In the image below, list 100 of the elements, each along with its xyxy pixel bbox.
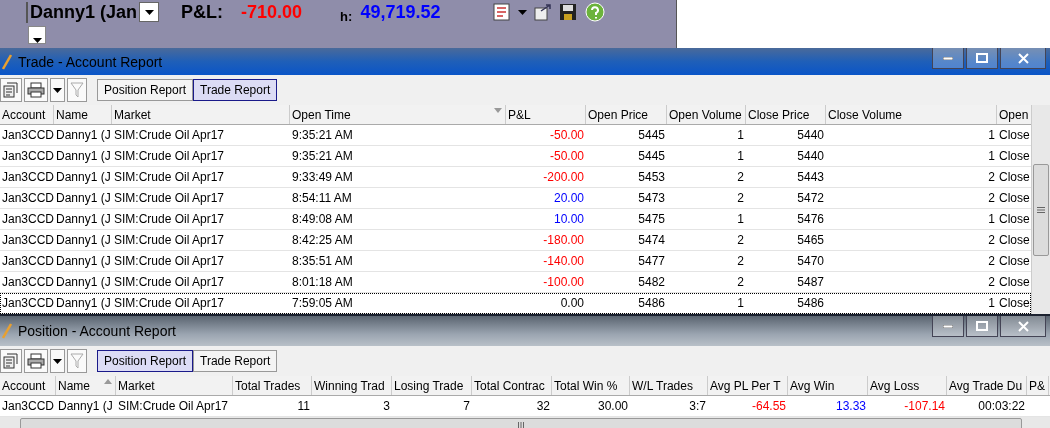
table-cell-text: Jan3CCD	[1, 191, 54, 205]
table-row[interactable]: Jan3CCD Danny1 (J SIM:Crude Oil Apr17 8:49:08 AM 10.00 5475 1 5476 1 Close	[0, 209, 1031, 230]
close-button[interactable]	[1000, 316, 1046, 337]
table-cell-text: SIM:Crude Oil Apr17	[113, 170, 226, 184]
report-tab[interactable]: Position Report	[97, 350, 194, 372]
table-cell-text: 5443	[796, 170, 825, 184]
properties-button[interactable]	[0, 78, 22, 102]
report-tab[interactable]: Position Report	[97, 79, 194, 101]
table-row[interactable]: Jan3CCD Danny1 (J SIM:Crude Oil Apr17 9:33:49 AM -200.00 5453 2 5443 2 Close	[0, 167, 1031, 188]
save-icon[interactable]	[559, 3, 578, 21]
table-cell-text: 7	[462, 399, 471, 413]
table-cell-text: Close	[998, 191, 1031, 205]
table-cell-text: 32	[535, 399, 551, 413]
table-cell-text: Close	[998, 149, 1031, 163]
table-cell-text: SIM:Crude Oil Apr17	[113, 191, 226, 205]
table-cell-text: SIM:Crude Oil Apr17	[113, 149, 226, 163]
table-cell-text: 5486	[796, 296, 825, 310]
table-cell-text: 5477	[637, 254, 666, 268]
table-cell-text: 0.00	[559, 296, 585, 310]
column-header[interactable]: Avg Trade Du	[947, 376, 1027, 395]
column-header[interactable]: Account	[0, 105, 54, 124]
column-header[interactable]: Open Price	[586, 105, 667, 124]
table-row[interactable]: Jan3CCD Danny1 (J SIM:Crude Oil Apr17 8:35:51 AM -140.00 5477 2 5470 2 Close	[0, 251, 1031, 272]
table-cell-text: Close	[998, 170, 1031, 184]
grip-icon	[1037, 206, 1045, 213]
column-header[interactable]: Close Price	[746, 105, 826, 124]
table-cell-text: Close	[998, 254, 1031, 268]
printer-icon	[27, 353, 45, 369]
vertical-scrollbar[interactable]	[1031, 105, 1050, 314]
column-header[interactable]: P&	[1027, 376, 1049, 395]
close-button[interactable]	[1000, 48, 1046, 69]
minimize-button[interactable]	[932, 316, 964, 337]
table-cell-text: 5474	[637, 233, 666, 247]
table-cell-text: SIM:Crude Oil Apr17	[113, 128, 226, 142]
table-cell-text: 2	[987, 233, 996, 247]
caret-icon	[53, 87, 62, 93]
toolbar-dropdown[interactable]	[28, 26, 46, 44]
table-cell-text: Close	[998, 296, 1031, 310]
print-button[interactable]	[24, 349, 48, 373]
column-header[interactable]: Market	[112, 105, 290, 124]
table-cell-text: 8:54:11 AM	[291, 191, 353, 205]
column-header[interactable]: Avg Loss	[868, 376, 947, 395]
report-tab[interactable]: Trade Report	[193, 350, 278, 372]
column-header[interactable]: Total Contrac	[472, 376, 552, 395]
table-cell-text: 9:35:21 AM	[291, 149, 354, 163]
column-header[interactable]: P&L	[506, 105, 586, 124]
table-cell-text: 5472	[796, 191, 825, 205]
table-cell-text: Jan3CCD	[1, 296, 54, 310]
table-row[interactable]: Jan3CCD Danny1 (J SIM:Crude Oil Apr17 9:35:21 AM -50.00 5445 1 5440 1 Close	[0, 125, 1031, 146]
column-header[interactable]: Winning Trad	[312, 376, 392, 395]
table-cell-text: 1	[987, 212, 996, 226]
column-header[interactable]: W/L Trades	[630, 376, 708, 395]
minimize-button[interactable]	[932, 48, 964, 69]
table-cell-text: 2	[987, 170, 996, 184]
column-header[interactable]: Avg PL Per T	[708, 376, 788, 395]
column-header[interactable]: Open Volume	[667, 105, 746, 124]
export-icon[interactable]	[533, 3, 554, 21]
column-header[interactable]: Name	[54, 105, 112, 124]
column-header[interactable]: Total Win %	[552, 376, 630, 395]
table-cell-text: 30.00	[596, 399, 629, 413]
help-icon[interactable]	[583, 2, 608, 22]
print-dropdown[interactable]	[50, 78, 65, 102]
table-cell-text: SIM:Crude Oil Apr17	[113, 254, 226, 268]
account-dropdown[interactable]	[139, 2, 160, 22]
column-header[interactable]: Total Trades	[233, 376, 312, 395]
table-cell-text: 1	[736, 212, 745, 226]
column-header[interactable]: Close Volume	[826, 105, 997, 124]
column-header[interactable]: Losing Trade	[392, 376, 472, 395]
table-cell-text: 5465	[796, 233, 825, 247]
table-cell-text: -140.00	[542, 254, 585, 268]
table-cell-text: Jan3CCD	[1, 149, 54, 163]
table-cell-text: 1	[736, 149, 745, 163]
table-cell-text: SIM:Crude Oil Apr17	[113, 233, 226, 247]
table-cell-text: Close	[998, 233, 1031, 247]
table-cell-text: Danny1 (J	[57, 399, 114, 413]
column-header[interactable]: Open Time	[290, 105, 506, 124]
table-row[interactable]: Jan3CCD Danny1 (J SIM:Crude Oil Apr17 8:01:18 AM -100.00 5482 2 5487 2 Close	[0, 272, 1031, 293]
caret-icon	[53, 358, 62, 364]
print-button[interactable]	[24, 78, 48, 102]
maximize-button[interactable]	[966, 48, 998, 69]
maximize-button[interactable]	[966, 316, 998, 337]
document-icon[interactable]	[492, 3, 513, 21]
table-row[interactable]: Jan3CCD Danny1 (J SIM:Crude Oil Apr17 8:42:25 AM -180.00 5474 2 5465 2 Close	[0, 230, 1031, 251]
print-dropdown[interactable]	[50, 349, 65, 373]
table-cell-text: 5470	[796, 254, 825, 268]
table-cell-text: Jan3CCD	[1, 212, 54, 226]
table-row[interactable]: Jan3CCD Danny1 (J SIM:Crude Oil Apr17 8:54:11 AM 20.00 5473 2 5472 2 Close	[0, 188, 1031, 209]
column-header[interactable]: Market	[116, 376, 233, 395]
table-cell-text: 5440	[796, 128, 825, 142]
column-header[interactable]: Name	[56, 376, 116, 395]
account-selector[interactable]: Danny1 (Jan	[30, 1, 138, 23]
table-cell-text: Danny1 (J	[55, 275, 112, 289]
column-header[interactable]: Avg Win	[788, 376, 868, 395]
report-tab[interactable]: Trade Report	[193, 79, 278, 101]
table-row[interactable]: Jan3CCD Danny1 (J SIM:Crude Oil Apr17 9:35:21 AM -50.00 5445 1 5440 1 Close	[0, 146, 1031, 167]
table-cell-text: 7:59:05 AM	[291, 296, 354, 310]
table-cell-text: 3	[382, 399, 391, 413]
properties-button[interactable]	[0, 349, 22, 373]
table-cell-text: 2	[987, 191, 996, 205]
column-header[interactable]: Account	[0, 376, 56, 395]
